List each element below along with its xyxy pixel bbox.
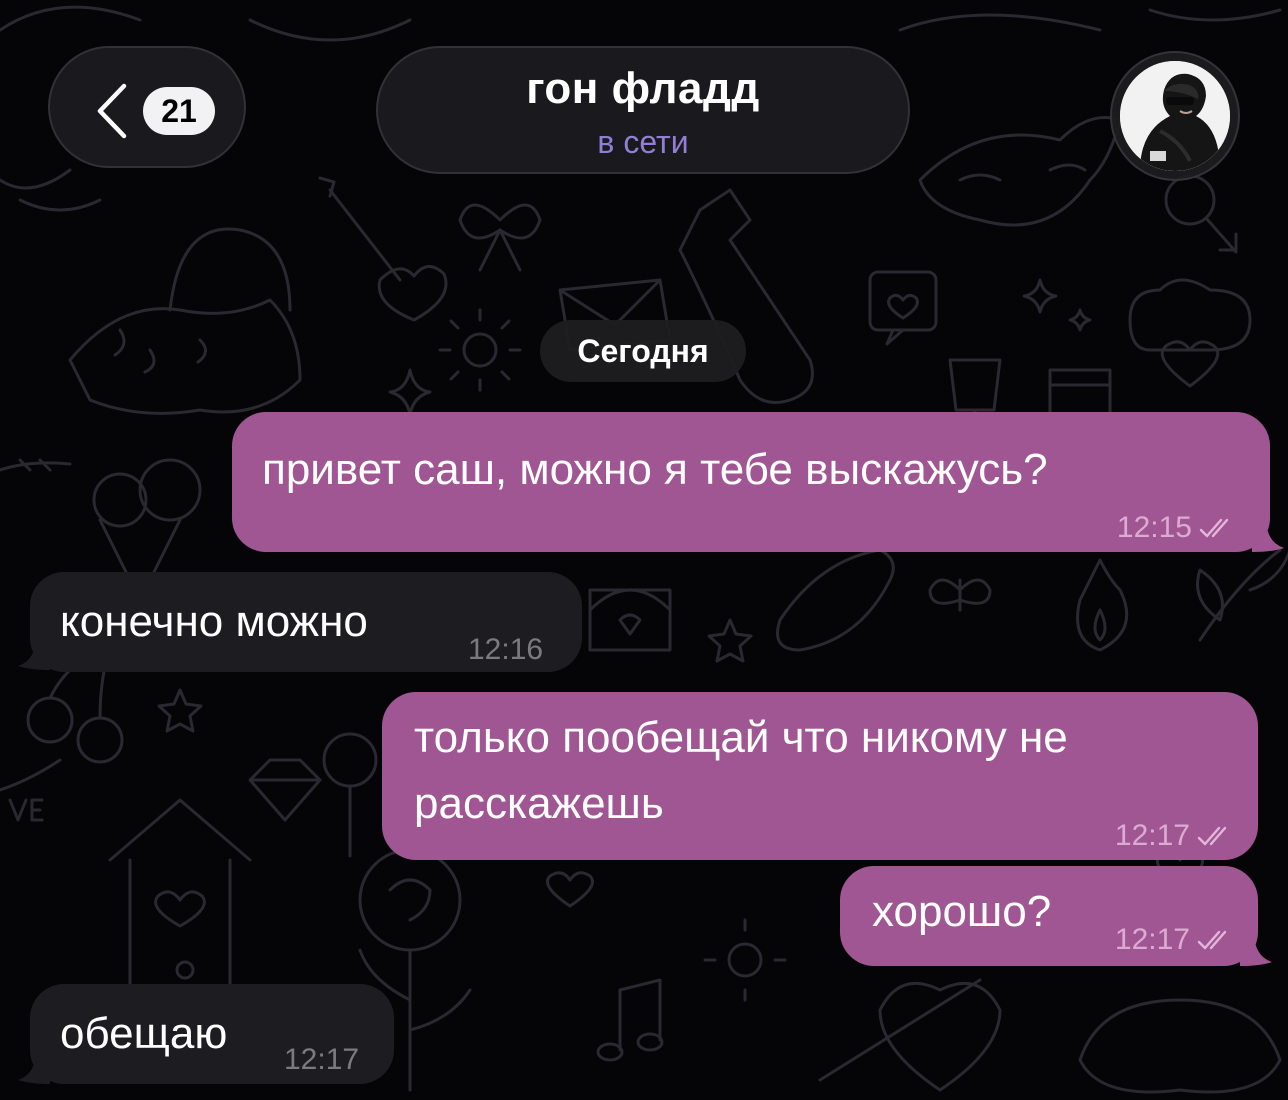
message-meta: 12:17 [1115, 808, 1236, 864]
message-time: 12:17 [1114, 819, 1190, 852]
message-meta: 12:17 [284, 1032, 359, 1088]
double-check-icon [1199, 518, 1229, 538]
message-text-line: расскажешь [414, 779, 664, 828]
message-time: 12:17 [1114, 923, 1190, 956]
chat-name: гон фладд [526, 64, 760, 113]
message-time: 12:16 [468, 633, 544, 666]
message-text: конечно можно [60, 597, 368, 646]
chevron-left-icon [97, 83, 127, 139]
message-meta: 12:17 [1115, 912, 1236, 968]
bubble-tail [1252, 518, 1284, 552]
double-check-icon [1197, 930, 1227, 950]
message-meta: 12:16 [468, 622, 543, 678]
avatar[interactable] [1120, 61, 1230, 171]
message-time: 12:15 [1116, 511, 1192, 544]
message-bubble-outgoing[interactable]: привет саш, можно я тебе выскажусь? 12:1… [232, 412, 1270, 552]
message-bubble-outgoing[interactable]: только пообещай что никому не расскажешь… [382, 692, 1258, 860]
message-bubble-outgoing[interactable]: хорошо? 12:17 [840, 866, 1258, 966]
double-check-icon [1197, 826, 1227, 846]
unread-count-badge: 21 [143, 87, 215, 135]
message-time: 12:17 [284, 1043, 360, 1076]
bubble-tail [1240, 932, 1272, 966]
message-text-line: только пообещай что никому не [414, 713, 1068, 762]
message-text: хорошо? [872, 887, 1052, 936]
message-bubble-incoming[interactable]: обещаю 12:17 [30, 984, 394, 1084]
message-bubble-incoming[interactable]: конечно можно 12:16 [30, 572, 582, 672]
chat-screen: 21 гон фладд в сети Сегодня привет саш, … [0, 0, 1288, 1100]
message-text: привет саш, можно я тебе выскажусь? [262, 445, 1048, 494]
online-status: в сети [597, 124, 689, 160]
message-text: обещаю [60, 1009, 228, 1058]
message-meta: 12:15 [1117, 500, 1238, 556]
date-divider: Сегодня [540, 320, 746, 382]
